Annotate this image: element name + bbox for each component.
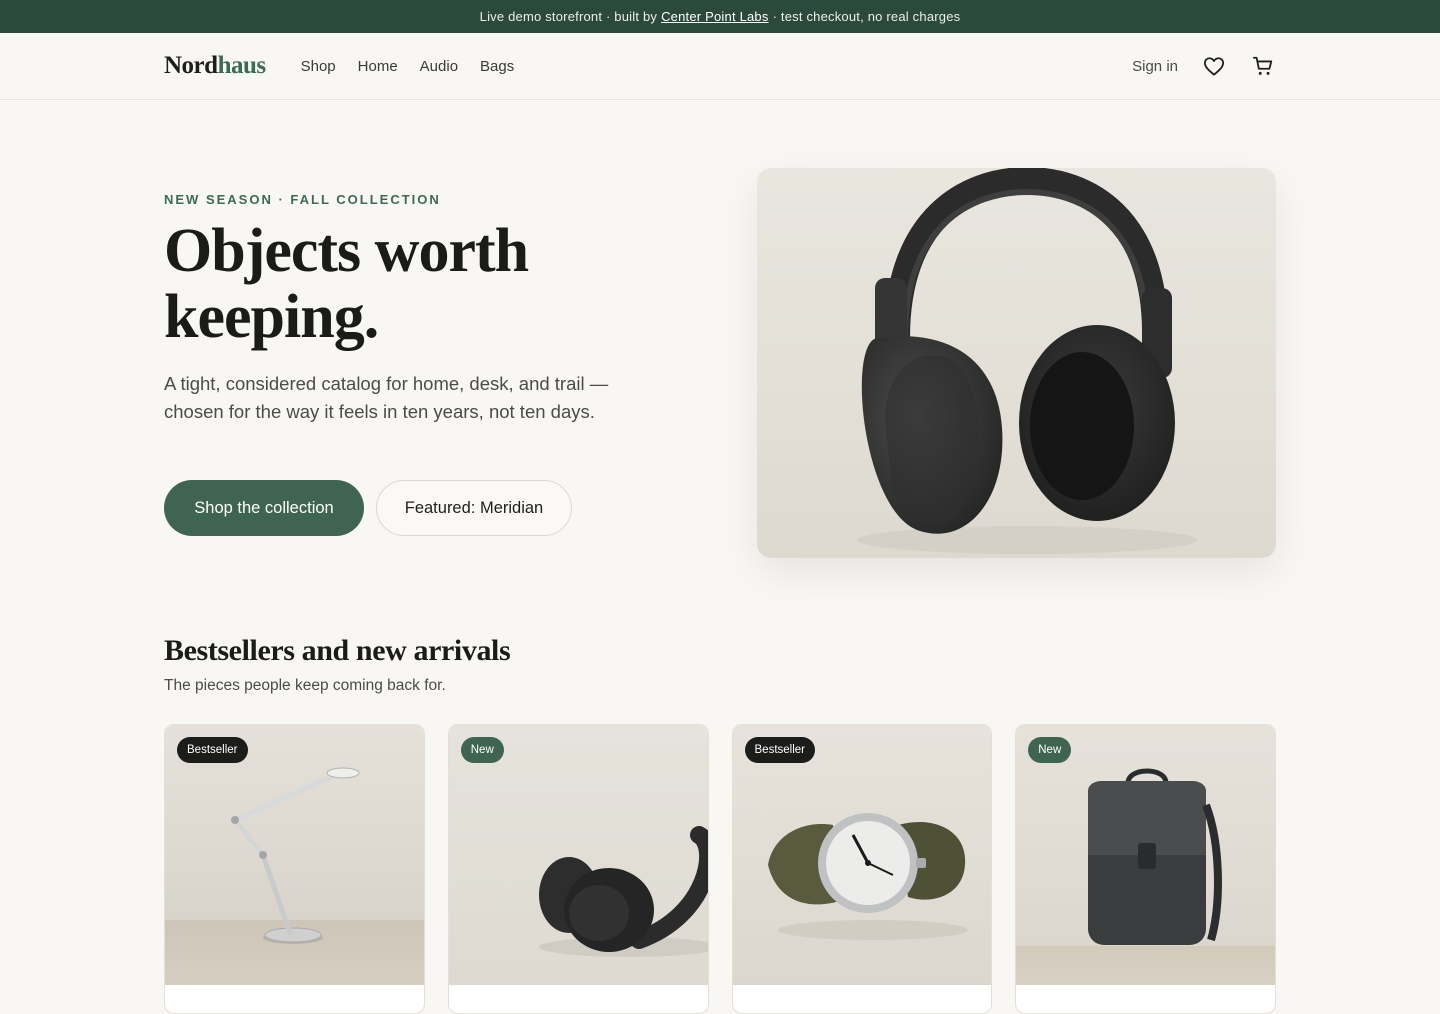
nav-home[interactable]: Home: [358, 58, 398, 75]
product-card[interactable]: New: [1015, 724, 1276, 1014]
hero-title: Objects worth keeping.: [164, 217, 529, 351]
product-image-watch: Bestseller: [732, 725, 992, 985]
product-badge: New: [1028, 737, 1072, 763]
nav-bags[interactable]: Bags: [480, 58, 514, 75]
announcement-bar: Live demo storefront · built by Center P…: [0, 0, 1440, 33]
site-header: Nordhaus Shop Home Audio Bags Sign in: [0, 33, 1440, 100]
shop-collection-button[interactable]: Shop the collection: [164, 480, 364, 536]
product-badge: Bestseller: [177, 737, 248, 763]
hero-section: NEW SEASON · FALL COLLECTION Objects wor…: [0, 100, 1440, 600]
sign-in-link[interactable]: Sign in: [1132, 58, 1178, 75]
product-image-backpack: New: [1016, 725, 1275, 985]
section-subtitle: The pieces people keep coming back for.: [164, 677, 446, 694]
header-actions: Sign in: [1132, 53, 1276, 80]
hero-headphones-image: [757, 168, 1276, 558]
featured-meridian-button[interactable]: Featured: Meridian: [376, 480, 572, 536]
product-image-desk-lamp: Bestseller: [165, 725, 424, 985]
nav-shop[interactable]: Shop: [301, 58, 336, 75]
logo-part-a: Nord: [164, 52, 218, 79]
product-card[interactable]: Bestseller: [164, 724, 425, 1014]
logo[interactable]: Nordhaus: [164, 52, 266, 80]
main-nav: Shop Home Audio Bags: [301, 58, 515, 75]
hero-subtitle: A tight, considered catalog for home, de…: [164, 373, 609, 422]
logo-part-b: haus: [217, 52, 267, 79]
section-title: Bestsellers and new arrivals: [164, 634, 511, 667]
product-image-headphones: New: [448, 725, 708, 985]
hero-eyebrow: NEW SEASON · FALL COLLECTION: [164, 192, 441, 207]
product-badge: New: [460, 737, 504, 763]
announcement-link[interactable]: Center Point Labs: [661, 9, 768, 24]
product-card[interactable]: New: [447, 724, 709, 1014]
cart-icon[interactable]: [1249, 53, 1276, 80]
announcement-suffix: · test checkout, no real charges: [772, 9, 961, 24]
announcement-prefix: Live demo storefront · built by: [479, 9, 658, 24]
product-badge: Bestseller: [744, 737, 815, 763]
heart-icon[interactable]: [1200, 53, 1227, 80]
nav-audio[interactable]: Audio: [420, 58, 458, 75]
product-card[interactable]: Bestseller: [731, 724, 993, 1014]
product-grid: Bestseller New Bestseller New: [164, 724, 1276, 1014]
